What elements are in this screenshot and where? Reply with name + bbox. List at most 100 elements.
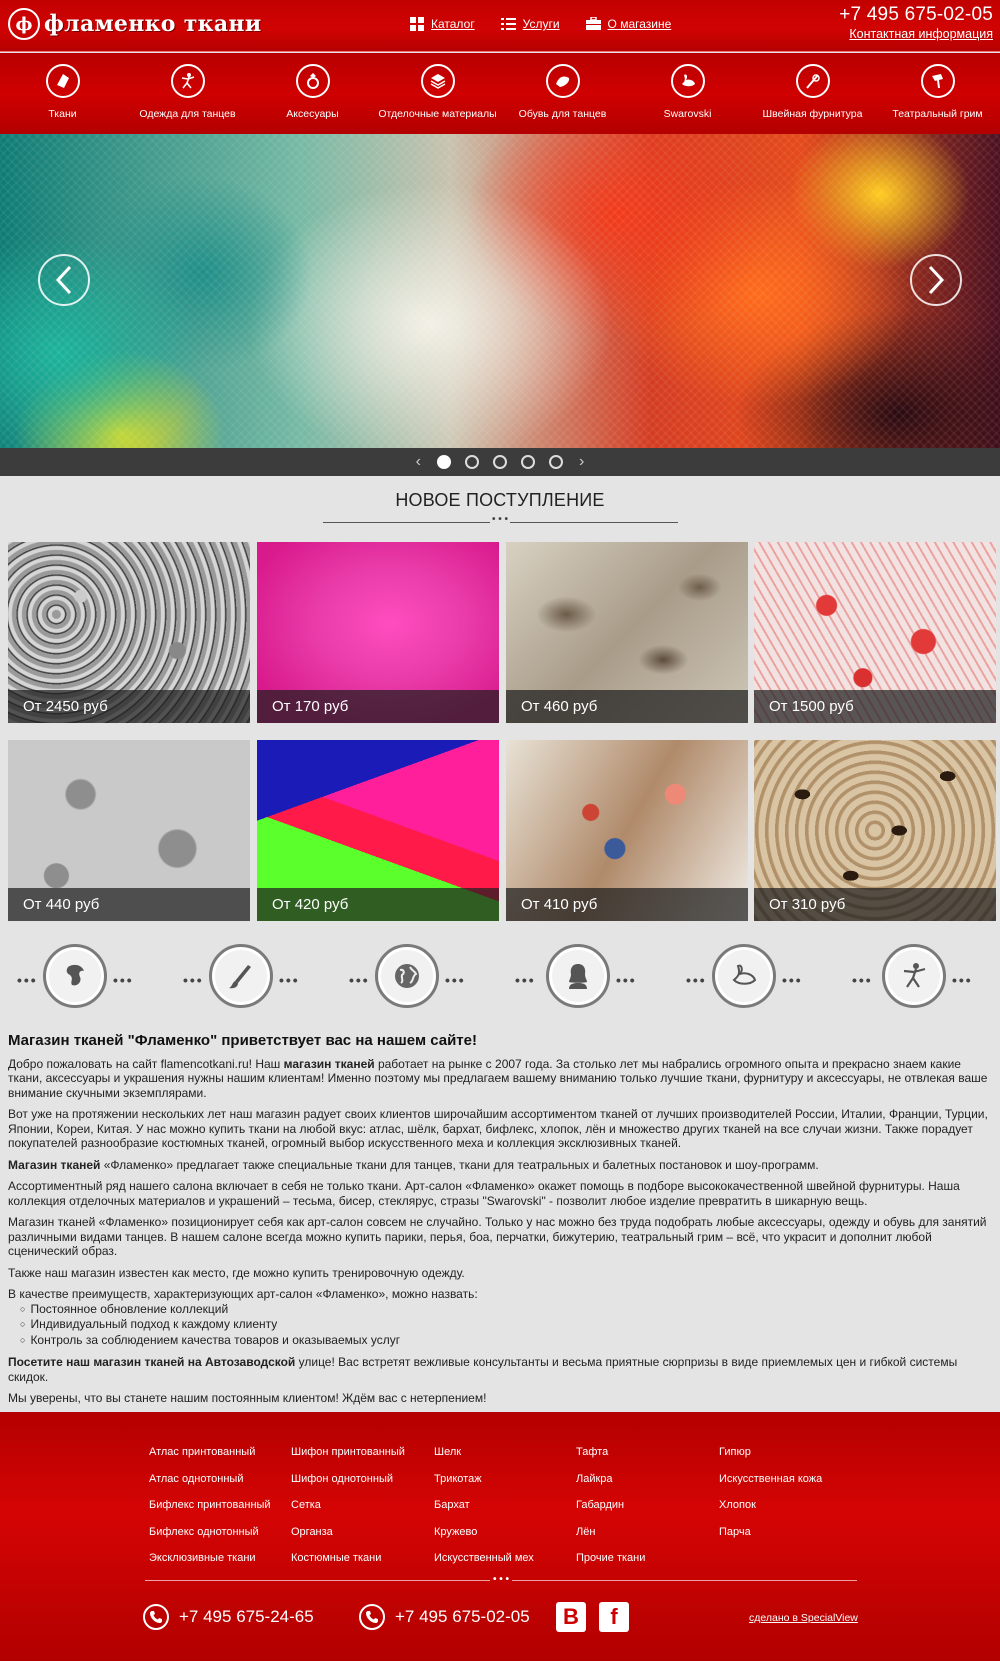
header-contact: +7 495 675-02-05 Контактная информация [839, 4, 993, 41]
footer-phone-1[interactable]: +7 495 675-24-65 [143, 1604, 314, 1630]
pager-dot[interactable] [493, 455, 507, 469]
footer-link[interactable]: Парча [719, 1526, 822, 1553]
product-price: От 1500 руб [754, 690, 996, 723]
article-paragraph: Магазин тканей «Фламенко» предлагает так… [8, 1158, 992, 1173]
chevron-left-icon [55, 265, 72, 295]
pager-dot[interactable] [437, 455, 451, 469]
footer-column: Шелк Трикотаж Бархат Кружево Искусственн… [434, 1446, 534, 1579]
footer-link[interactable]: Эксклюзивные ткани [149, 1552, 271, 1579]
section-title: НОВОЕ ПОСТУПЛЕНИЕ [395, 490, 605, 510]
footer-link[interactable]: Органза [291, 1526, 405, 1553]
slider-next-button[interactable] [910, 254, 962, 306]
nav-catalog-label[interactable]: Каталог [431, 17, 475, 31]
footer-link[interactable]: Атлас принтованный [149, 1446, 271, 1473]
footer-link[interactable]: Шифон принтованный [291, 1446, 405, 1473]
footer-link[interactable]: Хлопок [719, 1499, 822, 1526]
category-sewing[interactable]: Швейная фурнитура [750, 53, 875, 134]
product-price: От 2450 руб [8, 690, 250, 723]
logo-mark-icon: ϕ [8, 8, 40, 40]
bold-text: Магазин тканей [8, 1157, 101, 1172]
nav-about[interactable]: О магазине [585, 17, 672, 31]
product-card[interactable]: От 1500 руб [754, 542, 996, 723]
divider-dots: ••• [113, 972, 134, 988]
swan-icon [670, 64, 705, 98]
slider-prev-button[interactable] [38, 254, 90, 306]
nav-catalog[interactable]: Каталог [410, 17, 475, 31]
footer-link[interactable]: Габардин [576, 1499, 645, 1526]
category-label: Одежда для танцев [139, 108, 236, 120]
nav-services-label[interactable]: Услуги [523, 17, 560, 31]
footer-link[interactable]: Лён [576, 1526, 645, 1553]
category-nav: Ткани Одежда для танцев Аксесуары Отдело… [0, 53, 1000, 134]
needle-icon [795, 64, 830, 98]
footer-link[interactable]: Костюмные ткани [291, 1552, 405, 1579]
product-card[interactable]: От 310 руб [754, 740, 996, 921]
site-header: ϕ фламенко ткани Каталог Услуги О магази… [0, 0, 1000, 52]
category-fabrics[interactable]: Ткани [0, 53, 125, 134]
footer-link[interactable]: Бархат [434, 1499, 534, 1526]
product-card[interactable]: От 170 руб [257, 542, 499, 723]
footer-link[interactable]: Шелк [434, 1446, 534, 1473]
category-swarovski[interactable]: Swarovski [625, 53, 750, 134]
feature-icon-row: ••• ••• ••• ••• ••• ••• ••• ••• ••• ••• … [0, 944, 1000, 1014]
category-label: Swarovski [663, 108, 712, 120]
pager-dot[interactable] [549, 455, 563, 469]
pager-prev-icon[interactable]: ‹ [416, 453, 421, 471]
category-label: Обувь для танцев [518, 108, 607, 120]
logo-text: фламенко ткани [44, 11, 262, 37]
footer-link[interactable]: Прочие ткани [576, 1552, 645, 1579]
text: Добро пожаловать на сайт flamencotkani.r… [8, 1056, 284, 1071]
slider-pager: ‹ › [0, 448, 1000, 476]
footer-link[interactable]: Искусственный мех [434, 1552, 534, 1579]
bold-text: магазин тканей [283, 1056, 375, 1071]
pager-dot[interactable] [521, 455, 535, 469]
developer-link[interactable]: сделано в SpecialView [749, 1612, 858, 1624]
footer-link[interactable]: Гипюр [719, 1446, 822, 1473]
footer-link[interactable]: Бифлекс принтованный [149, 1499, 271, 1526]
woman-icon [546, 944, 610, 1008]
product-card[interactable]: От 420 руб [257, 740, 499, 921]
vk-icon[interactable]: В [556, 1602, 586, 1632]
category-accessories[interactable]: Аксесуары [250, 53, 375, 134]
chevron-right-icon [928, 265, 945, 295]
category-makeup[interactable]: Театральный грим [875, 53, 1000, 134]
footer-column: Гипюр Искусственная кожа Хлопок Парча [719, 1446, 822, 1552]
footer-link[interactable]: Сетка [291, 1499, 405, 1526]
facebook-icon[interactable]: f [599, 1602, 629, 1632]
product-card[interactable]: От 410 руб [506, 740, 748, 921]
product-price: От 440 руб [8, 888, 250, 921]
nav-services[interactable]: Услуги [500, 17, 560, 31]
mask-icon [43, 944, 107, 1008]
pager-dot[interactable] [465, 455, 479, 469]
list-item: Контроль за соблюдением качества товаров… [20, 1333, 992, 1349]
footer-link[interactable]: Тафта [576, 1446, 645, 1473]
divider-dots: ••• [616, 972, 637, 988]
footer-link[interactable]: Лайкра [576, 1473, 645, 1500]
divider-dots: ••• [686, 972, 707, 988]
footer-link[interactable]: Шифон однотонный [291, 1473, 405, 1500]
category-finishing[interactable]: Отделочные материалы [375, 53, 500, 134]
dancer-icon [170, 64, 205, 98]
footer-link[interactable]: Искусственная кожа [719, 1473, 822, 1500]
footer-link[interactable]: Бифлекс однотонный [149, 1526, 271, 1553]
product-card[interactable]: От 440 руб [8, 740, 250, 921]
divider-dots: ••• [279, 972, 300, 988]
footer-link[interactable]: Атлас однотонный [149, 1473, 271, 1500]
category-dance-shoes[interactable]: Обувь для танцев [500, 53, 625, 134]
product-card[interactable]: От 460 руб [506, 542, 748, 723]
list-icon [500, 18, 516, 30]
pager-next-icon[interactable]: › [579, 453, 584, 471]
product-card[interactable]: От 2450 руб [8, 542, 250, 723]
footer-phone-2[interactable]: +7 495 675-02-05 [359, 1604, 530, 1630]
logo[interactable]: ϕ фламенко ткани [8, 8, 261, 40]
category-dance-clothes[interactable]: Одежда для танцев [125, 53, 250, 134]
header-phone: +7 495 675-02-05 [839, 4, 993, 25]
article-paragraph: Вот уже на протяжении нескольких лет наш… [8, 1107, 988, 1150]
divider-dots: • • • [490, 1574, 513, 1585]
contact-info-link[interactable]: Контактная информация [839, 27, 993, 41]
nav-about-label[interactable]: О магазине [608, 17, 672, 31]
article-paragraph: Добро пожаловать на сайт flamencotkani.r… [8, 1057, 992, 1101]
footer-link[interactable]: Кружево [434, 1526, 534, 1553]
footer-link[interactable]: Трикотаж [434, 1473, 534, 1500]
category-label: Аксесуары [286, 108, 339, 120]
